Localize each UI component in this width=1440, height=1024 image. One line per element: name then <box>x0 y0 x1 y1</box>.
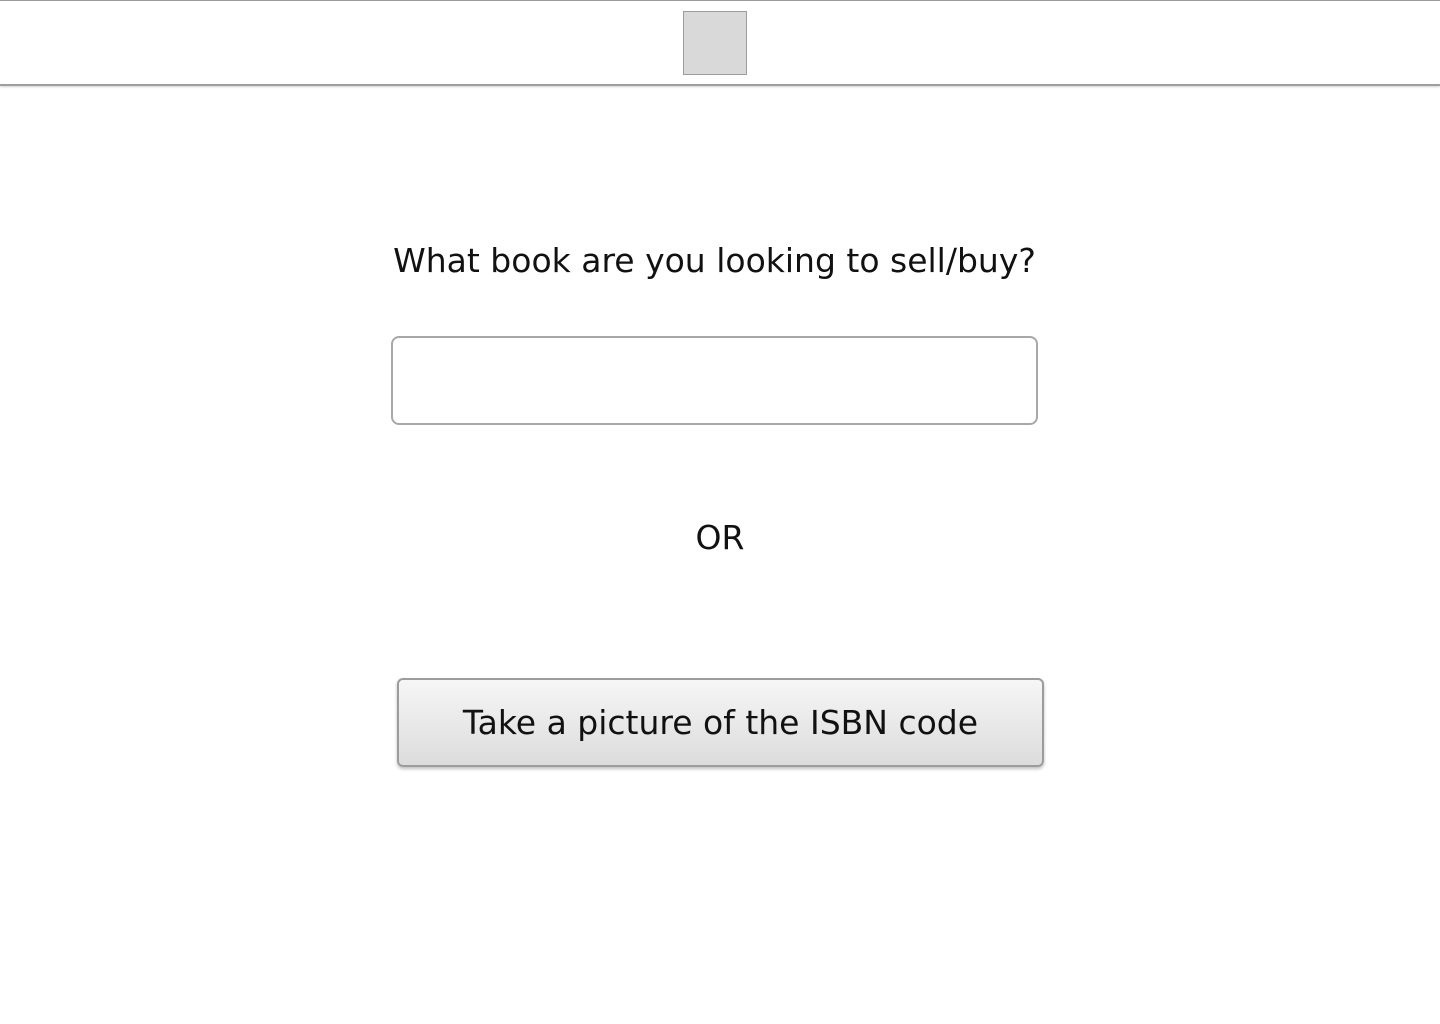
top-bar <box>0 0 1440 86</box>
or-separator: OR <box>695 518 745 557</box>
page-question: What book are you looking to sell/buy? <box>393 241 1036 280</box>
book-search-input[interactable] <box>391 336 1038 425</box>
take-isbn-picture-button[interactable]: Take a picture of the ISBN code <box>397 678 1044 767</box>
logo-placeholder-icon <box>683 11 747 75</box>
